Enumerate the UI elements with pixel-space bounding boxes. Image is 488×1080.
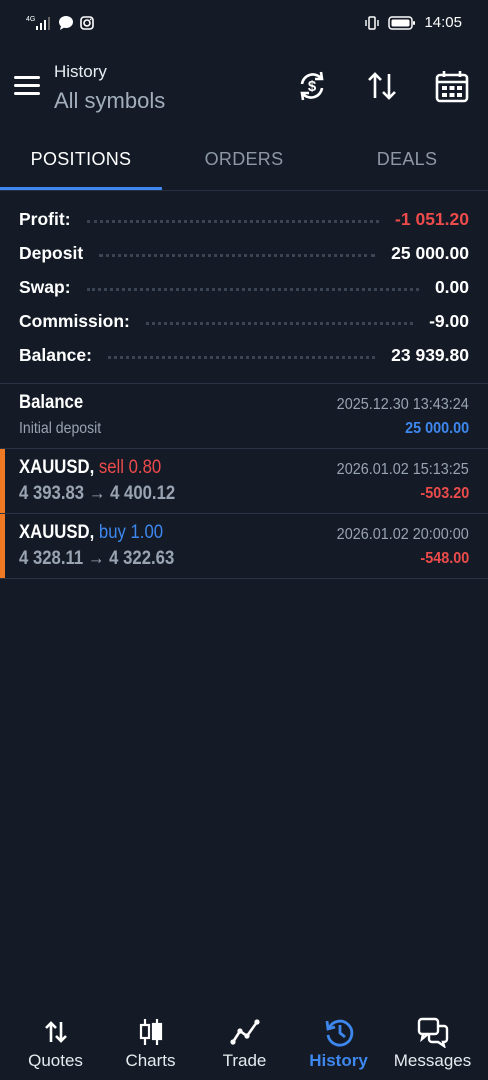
- divider: [0, 578, 488, 579]
- nav-charts[interactable]: Charts: [102, 1000, 199, 1080]
- summary-row-commission: Commission: -9.00: [19, 304, 469, 338]
- position-prices: 4 328.11 → 4 322.63: [19, 548, 175, 569]
- summary-row-swap: Swap: 0.00: [19, 270, 469, 304]
- summary-value: -9.00: [429, 310, 469, 331]
- summary-value: -1 051.20: [395, 208, 469, 229]
- tab-deals[interactable]: DEALS: [326, 134, 488, 190]
- battery-icon: [388, 15, 416, 30]
- nav-label: Charts: [125, 1051, 176, 1070]
- sync-currency-icon[interactable]: $: [294, 68, 330, 104]
- nav-label: Messages: [393, 1051, 472, 1070]
- balance-datetime: 2025.12.30 13:43:24: [336, 396, 469, 413]
- nav-trade[interactable]: Trade: [196, 1000, 293, 1080]
- status-bar: 4G 14:05: [0, 0, 488, 48]
- trade-icon: [229, 1019, 260, 1045]
- position-datetime: 2026.01.02 20:00:00: [336, 526, 469, 543]
- summary-label: Swap:: [19, 276, 79, 298]
- history-icon: [325, 1019, 353, 1047]
- menu-icon[interactable]: [14, 76, 40, 96]
- summary-label: Balance:: [19, 344, 100, 366]
- vibrate-icon: [365, 15, 380, 30]
- summary-label: Commission:: [19, 310, 138, 332]
- charts-icon: [139, 1019, 162, 1045]
- clock: 14:05: [424, 14, 462, 31]
- position-side: buy 1.00: [98, 522, 164, 543]
- network-type-label: 4G: [26, 16, 35, 23]
- summary-label: Deposit: [19, 242, 92, 264]
- balance-subtitle: Initial deposit: [19, 420, 102, 437]
- nav-messages[interactable]: Messages: [384, 1000, 481, 1080]
- position-indicator: [0, 514, 5, 578]
- signal-icon: 4G: [26, 16, 50, 30]
- summary-row-deposit: Deposit 25 000.00: [19, 236, 469, 270]
- history-tabs: POSITIONS ORDERS DEALS: [0, 134, 488, 191]
- nav-label: Quotes: [28, 1051, 83, 1070]
- position-row[interactable]: XAUUSD, buy 1.00 4 328.11 → 4 322.63 202…: [0, 514, 488, 578]
- balance-entry[interactable]: Balance Initial deposit 2025.12.30 13:43…: [0, 384, 488, 448]
- app-bar: History All symbols $: [0, 48, 488, 130]
- nav-label: Trade: [222, 1051, 267, 1070]
- nav-history[interactable]: History: [290, 1000, 387, 1080]
- position-profit: -548.00: [420, 550, 469, 567]
- position-symbol: XAUUSD,: [19, 522, 95, 543]
- position-prices: 4 393.83 → 4 400.12: [19, 483, 176, 504]
- position-symbol: XAUUSD,: [19, 457, 95, 478]
- summary-value: 23 939.80: [391, 344, 469, 365]
- balance-title: Balance: [19, 392, 84, 413]
- account-summary: Profit: -1 051.20 Deposit 25 000.00 Swap…: [19, 202, 469, 372]
- quotes-icon: [44, 1021, 67, 1043]
- bottom-navigation: Quotes Charts Trade History Messages: [0, 1000, 488, 1080]
- sort-icon[interactable]: [364, 68, 400, 104]
- summary-value: 0.00: [434, 276, 469, 297]
- nav-label: History: [309, 1051, 368, 1070]
- tab-orders[interactable]: ORDERS: [163, 134, 325, 190]
- summary-row-profit: Profit: -1 051.20: [19, 202, 469, 236]
- position-row[interactable]: XAUUSD, sell 0.80 4 393.83 → 4 400.12 20…: [0, 449, 488, 513]
- position-indicator: [0, 449, 5, 513]
- page-subtitle: History: [54, 62, 107, 81]
- tab-positions[interactable]: POSITIONS: [0, 134, 162, 190]
- nav-quotes[interactable]: Quotes: [7, 1000, 104, 1080]
- summary-value: 25 000.00: [391, 242, 469, 263]
- calendar-icon[interactable]: [434, 68, 470, 104]
- position-datetime: 2026.01.02 15:13:25: [336, 461, 469, 478]
- svg-text:$: $: [308, 78, 317, 95]
- summary-label: Profit:: [19, 208, 79, 230]
- summary-row-balance: Balance: 23 939.80: [19, 338, 469, 372]
- symbol-filter[interactable]: All symbols: [54, 88, 165, 114]
- instagram-icon: [80, 16, 94, 30]
- balance-amount: 25 000.00: [404, 420, 469, 437]
- position-side: sell 0.80: [98, 457, 162, 478]
- messages-icon: [417, 1017, 448, 1048]
- chat-notification-icon: [59, 16, 73, 30]
- position-profit: -503.20: [420, 485, 469, 502]
